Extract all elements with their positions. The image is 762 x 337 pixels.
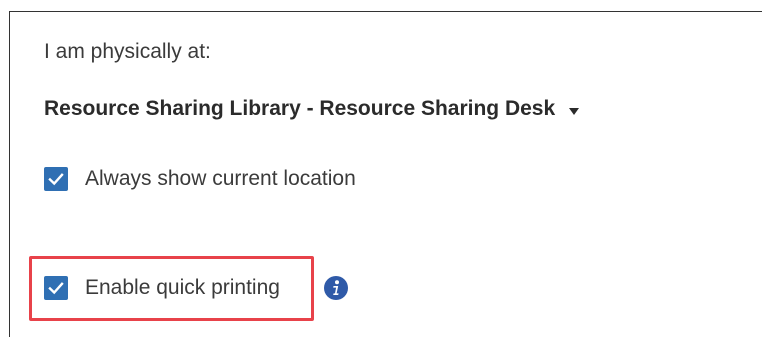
quick-printing-label: Enable quick printing [85, 276, 280, 299]
always-show-location-label: Always show current location [85, 167, 356, 190]
panel-border-top [9, 11, 762, 12]
quick-printing-option: Enable quick printing [44, 273, 280, 303]
checkmark-icon [48, 282, 64, 295]
location-selected-value: Resource Sharing Library - Resource Shar… [44, 97, 556, 120]
location-prompt-label: I am physically at: [44, 40, 211, 63]
checkmark-icon [48, 173, 64, 186]
info-icon[interactable] [323, 275, 349, 301]
panel-border-left [9, 11, 10, 337]
quick-printing-checkbox[interactable] [44, 276, 68, 300]
location-settings-panel: I am physically at: Resource Sharing Lib… [0, 0, 762, 337]
always-show-location-option: Always show current location [44, 164, 356, 194]
caret-down-icon[interactable] [569, 107, 580, 115]
always-show-location-checkbox[interactable] [44, 167, 68, 191]
location-dropdown[interactable]: Resource Sharing Library - Resource Shar… [44, 95, 580, 123]
